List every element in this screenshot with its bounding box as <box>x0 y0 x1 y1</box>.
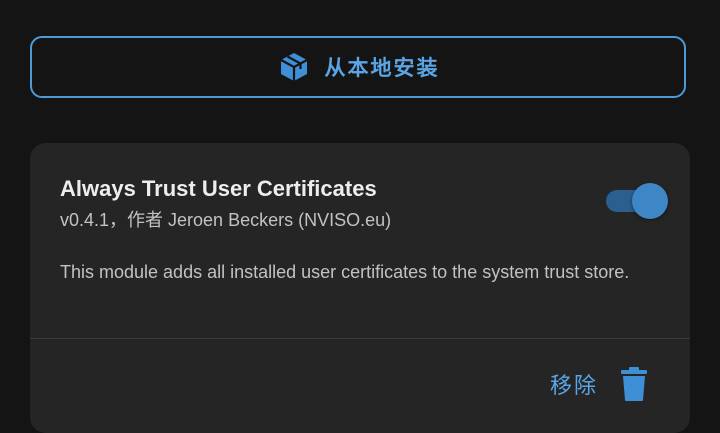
package-box-icon <box>277 50 311 84</box>
module-description: This module adds all installed user cert… <box>60 262 630 282</box>
card-divider <box>30 338 690 339</box>
install-button-label: 从本地安装 <box>324 57 440 80</box>
remove-module-button[interactable]: 移除 <box>550 365 648 403</box>
module-card: Always Trust User Certificates v0.4.1，作者… <box>30 143 690 433</box>
module-title: Always Trust User Certificates <box>60 176 377 201</box>
toggle-thumb <box>632 183 668 219</box>
module-version-author: v0.4.1，作者 Jeroen Beckers (NVISO.eu) <box>60 210 392 230</box>
install-from-local-button[interactable]: 从本地安装 <box>30 36 686 98</box>
remove-button-label: 移除 <box>550 373 599 398</box>
module-enable-toggle[interactable] <box>606 183 668 219</box>
trash-icon <box>620 365 648 403</box>
